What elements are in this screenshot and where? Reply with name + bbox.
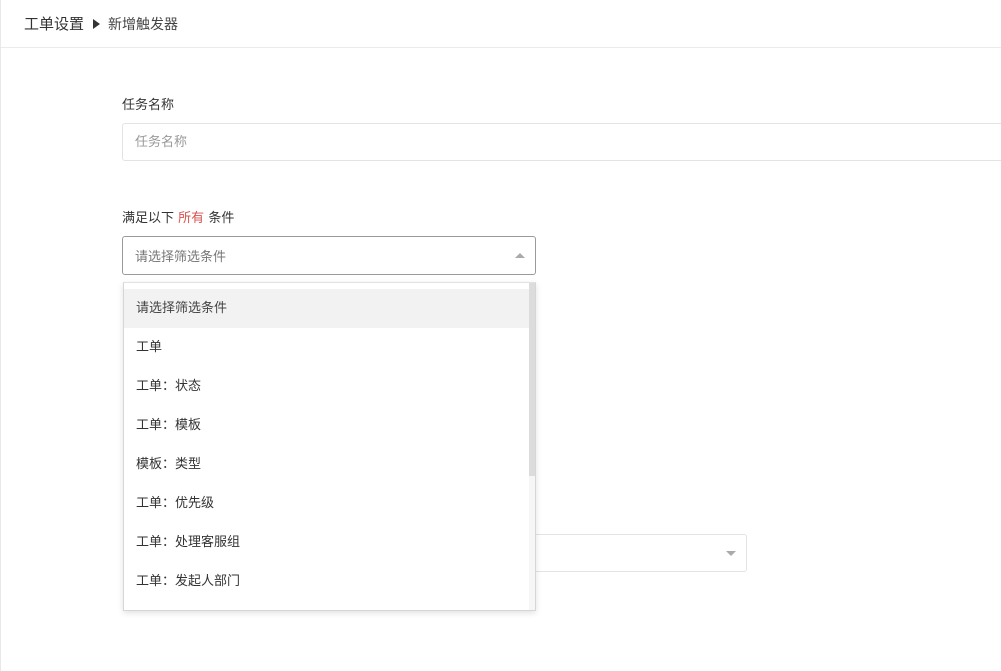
breadcrumb-root-link[interactable]: 工单设置 — [24, 13, 84, 34]
task-name-label: 任务名称 — [122, 98, 175, 113]
dropdown-scrollbar-track[interactable] — [529, 283, 535, 610]
dropdown-scrollbar-thumb[interactable] — [529, 283, 535, 476]
condition-option[interactable]: 工单：模板 — [124, 406, 530, 445]
condition-label-suffix: 条件 — [208, 211, 235, 226]
task-name-input[interactable] — [122, 123, 1001, 161]
condition-select-placeholder: 请选择筛选条件 — [135, 250, 227, 265]
header-divider — [1, 47, 1001, 48]
condition-dropdown: 请选择筛选条件 工单 工单：状态 工单：模板 模板：类型 工单：优先级 工单：处… — [123, 282, 536, 611]
caret-down-icon — [726, 551, 736, 556]
condition-option[interactable]: 工单 — [124, 328, 530, 367]
breadcrumb: 工单设置 新增触发器 — [24, 0, 178, 47]
caret-right-icon — [93, 18, 101, 29]
new-trigger-page: 工单设置 新增触发器 任务名称 满足以下 所有 条件 请选择筛选条件 请选择筛选… — [0, 0, 1001, 671]
secondary-select[interactable] — [501, 534, 747, 572]
caret-up-icon — [515, 253, 525, 258]
condition-option[interactable]: 工单：优先级 — [124, 484, 530, 523]
condition-label: 满足以下 所有 条件 — [122, 207, 234, 226]
condition-option[interactable]: 工单：状态 — [124, 367, 530, 406]
condition-option[interactable]: 工单：发起人部门 — [124, 562, 530, 601]
breadcrumb-current: 新增触发器 — [108, 16, 179, 33]
condition-options-list: 请选择筛选条件 工单 工单：状态 工单：模板 模板：类型 工单：优先级 工单：处… — [124, 283, 530, 601]
condition-label-highlight: 所有 — [178, 211, 205, 226]
condition-label-prefix: 满足以下 — [122, 211, 175, 226]
condition-select[interactable]: 请选择筛选条件 — [122, 236, 536, 275]
condition-option[interactable]: 请选择筛选条件 — [124, 289, 530, 328]
condition-option[interactable]: 工单：处理客服组 — [124, 523, 530, 562]
condition-option[interactable]: 模板：类型 — [124, 445, 530, 484]
